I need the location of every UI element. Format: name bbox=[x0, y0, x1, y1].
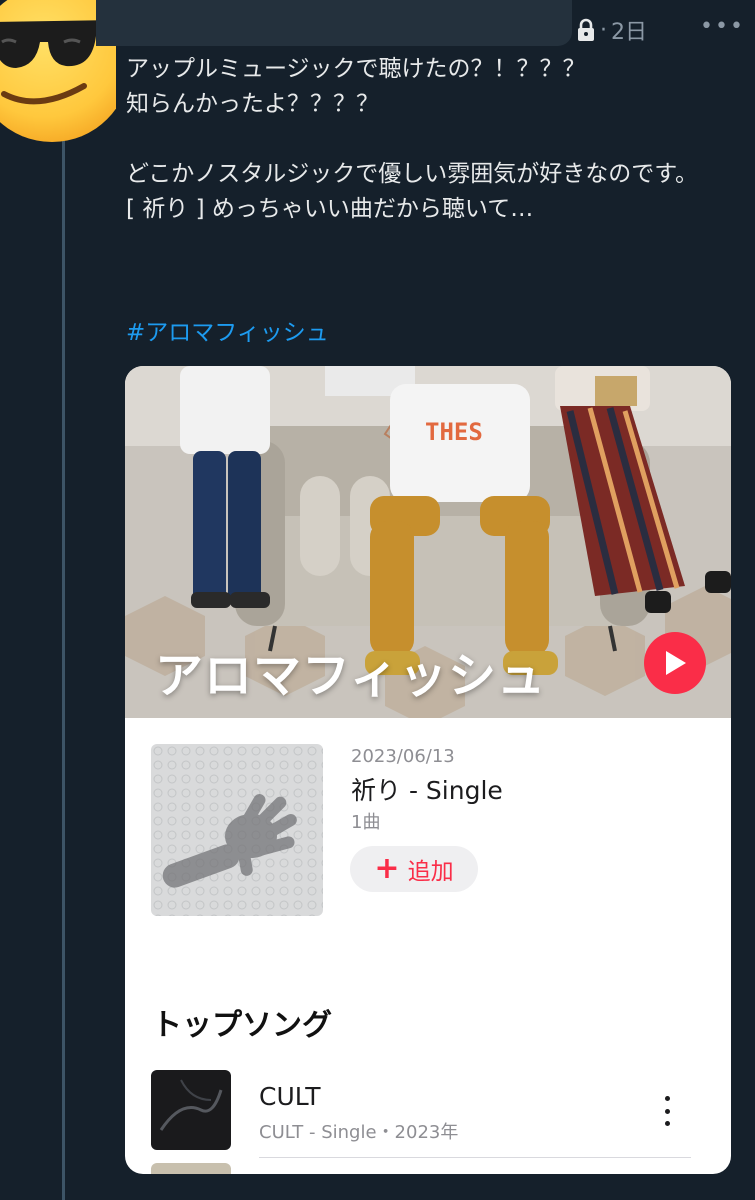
top-songs-heading: トップソング bbox=[152, 1008, 332, 1043]
vertical-more-icon[interactable] bbox=[655, 1096, 679, 1126]
tweet-dot: · bbox=[600, 17, 607, 43]
song-divider bbox=[259, 1157, 691, 1158]
apple-music-link-card[interactable]: THES アロマフィッシュ 2023/06/13 祈り - Single 1曲 … bbox=[125, 366, 731, 1174]
tweet-text: アップルミュージックで聴けたの？！？？？ 知らんかったよ？？？？ どこかノスタル… bbox=[126, 56, 699, 222]
more-icon[interactable]: ••• bbox=[700, 14, 745, 39]
release-title[interactable]: 祈り - Single bbox=[351, 771, 503, 807]
tweet-time[interactable]: 2日 bbox=[611, 14, 647, 46]
release-artwork[interactable] bbox=[151, 744, 323, 916]
lock-icon bbox=[578, 18, 594, 41]
shirt-text: THES bbox=[425, 418, 483, 446]
author-name-bar[interactable] bbox=[96, 0, 572, 46]
next-song-artwork[interactable] bbox=[151, 1163, 231, 1174]
hashtag-link[interactable]: #アロマフィッシュ bbox=[126, 313, 329, 347]
song-artwork[interactable] bbox=[151, 1070, 231, 1150]
song-title[interactable]: CULT bbox=[259, 1082, 321, 1111]
tweet-meta: · 2日 bbox=[576, 14, 647, 46]
play-icon bbox=[666, 651, 686, 675]
release-date: 2023/06/13 bbox=[351, 746, 455, 767]
add-button-label: 追加 bbox=[407, 859, 454, 885]
artist-name: アロマフィッシュ bbox=[155, 648, 547, 704]
play-button[interactable] bbox=[644, 632, 706, 694]
thread-line bbox=[62, 130, 65, 1200]
song-subtitle: CULT - Single・2023年 bbox=[259, 1122, 459, 1143]
release-track-count: 1曲 bbox=[351, 812, 381, 833]
add-button[interactable]: + 追加 bbox=[350, 846, 478, 892]
plus-icon: + bbox=[374, 851, 400, 886]
